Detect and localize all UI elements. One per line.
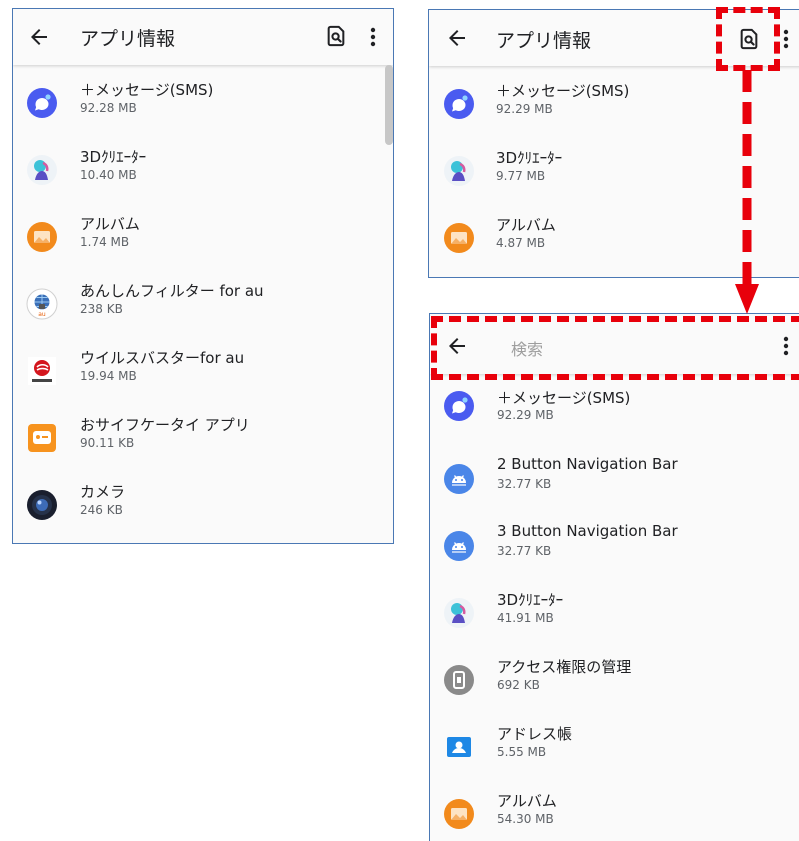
camera-icon [26,489,58,521]
app-search-screen: 検索 ＋メッセージ(SMS) 92.29 MB 2 Button Navigat… [429,313,799,841]
search-bar: 検索 [430,314,799,374]
app-name: アルバム [496,216,556,234]
virus-buster-icon [26,355,58,387]
page-title: アプリ情報 [496,30,592,52]
album-icon [26,221,58,253]
permission-manager-icon [443,664,475,696]
app-name: カメラ [80,483,126,501]
list-item[interactable]: アルバム 54.30 MB [430,778,799,841]
app-size: 90.11 KB [80,436,135,450]
app-size: 41.91 MB [497,611,554,625]
app-size: 32.77 KB [497,477,552,491]
app-size: 32.77 KB [497,544,552,558]
app-name: ウイルスバスターfor au [80,349,245,367]
back-arrow-icon[interactable] [27,25,51,49]
app-bar: アプリ情報 [429,10,799,66]
app-name: 3Dｸﾘｴｰﾀｰ [497,591,564,609]
app-name: 3Dｸﾘｴｰﾀｰ [80,148,147,166]
list-item[interactable]: 3Dｸﾘｴｰﾀｰ 10.40 MB [13,134,393,201]
osaifu-keitai-icon [26,422,58,454]
app-size: 1.74 MB [80,235,130,249]
anshin-filter-icon [26,288,58,320]
list-item[interactable]: おサイフケータイ アプリ 90.11 KB [13,402,393,469]
list-item[interactable]: 3Dｸﾘｴｰﾀｰ 41.91 MB [430,577,799,644]
app-size: 92.28 MB [80,101,137,115]
back-arrow-icon[interactable] [445,334,469,358]
messages-icon [26,87,58,119]
list-item[interactable]: カメラ 246 KB [13,469,393,536]
list-item[interactable]: 3 Button Navigation Bar 32.77 KB [430,510,799,577]
search-input[interactable]: 検索 [511,336,543,360]
app-name: アクセス権限の管理 [497,658,632,676]
app-size: 246 KB [80,503,123,517]
android-icon [443,463,475,495]
list-item[interactable]: アクセス権限の管理 692 KB [430,644,799,711]
search-icon[interactable] [738,28,760,50]
list-item[interactable]: アルバム 1.74 MB [13,201,393,268]
android-icon [443,530,475,562]
app-name: おサイフケータイ アプリ [80,416,250,434]
3d-creator-icon [26,154,58,186]
app-size: 9.77 MB [496,169,546,183]
album-icon [443,798,475,830]
back-arrow-icon[interactable] [445,26,469,50]
list-item[interactable]: あんしんフィルター for au 238 KB [13,268,393,335]
app-size: 4.87 MB [496,236,546,250]
list-item[interactable]: ＋メッセージ(SMS) 92.28 MB [13,67,393,134]
3d-creator-icon [443,155,475,187]
app-size: 5.55 MB [497,745,547,759]
album-icon [443,222,475,254]
app-name: アルバム [80,215,140,233]
app-size: 54.30 MB [497,812,554,826]
page-title: アプリ情報 [80,28,176,50]
list-item[interactable]: アドレス帳 5.55 MB [430,711,799,778]
contacts-icon [443,731,475,763]
list-item[interactable]: 2 Button Navigation Bar 32.77 KB [430,443,799,510]
annotation-arrow-icon [735,70,759,314]
3d-creator-icon [443,597,475,629]
app-info-screen-before: アプリ情報 ＋メッセージ(SMS) 92.28 MB 3Dｸﾘｴｰﾀｰ 10.4… [12,8,394,544]
app-size: 19.94 MB [80,369,137,383]
app-size: 92.29 MB [497,408,554,422]
app-name: ＋メッセージ(SMS) [497,389,631,407]
app-name: 2 Button Navigation Bar [497,455,678,473]
app-name: ＋メッセージ(SMS) [496,82,630,100]
list-item[interactable]: ウイルスバスターfor au 19.94 MB [13,335,393,402]
app-name: 3 Button Navigation Bar [497,522,678,540]
app-name: アドレス帳 [497,725,573,743]
app-size: 692 KB [497,678,540,692]
messages-icon [443,88,475,120]
more-options-icon[interactable] [781,27,791,51]
messages-icon [443,390,475,422]
more-options-icon[interactable] [368,25,378,49]
app-name: アルバム [497,792,557,810]
scrollbar[interactable] [385,65,393,145]
app-size: 92.29 MB [496,102,553,116]
app-bar: アプリ情報 [13,9,393,65]
more-options-icon[interactable] [781,334,791,358]
app-size: 238 KB [80,302,123,316]
app-size: 10.40 MB [80,168,137,182]
app-name: 3Dｸﾘｴｰﾀｰ [496,149,563,167]
list-item[interactable]: ＋メッセージ(SMS) 92.29 MB [430,376,799,443]
app-name: ＋メッセージ(SMS) [80,81,214,99]
search-icon[interactable] [325,25,347,47]
app-name: あんしんフィルター for au [80,282,264,300]
